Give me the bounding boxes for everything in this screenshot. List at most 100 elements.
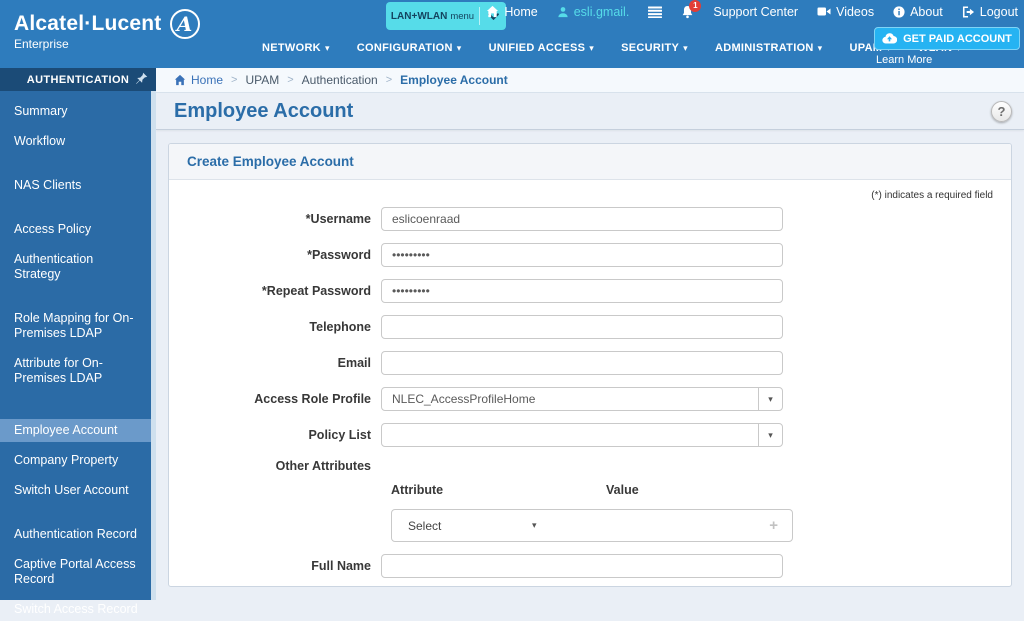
username-row: *Username <box>169 207 1011 231</box>
support-center-link[interactable]: Support Center <box>713 5 798 19</box>
get-paid-account-button[interactable]: GET PAID ACCOUNT <box>874 27 1020 50</box>
telephone-input[interactable] <box>381 315 783 339</box>
home-icon <box>486 5 499 18</box>
sidebar-item-authentication-record[interactable]: Authentication Record <box>0 523 156 546</box>
panel-header: Create Employee Account <box>169 144 1011 180</box>
breadcrumb-authentication[interactable]: Authentication <box>302 73 378 87</box>
videos-link[interactable]: Videos <box>817 5 874 19</box>
sidebar-item-switch-access-record[interactable]: Switch Access Record <box>0 598 156 621</box>
nav-configuration[interactable]: CONFIGURATION▾ <box>357 42 462 54</box>
brand-logo: Alcatel·Lucent A Enterprise <box>14 9 200 51</box>
sidebar-title: AUTHENTICATION <box>0 74 156 86</box>
other-attributes-row: Other Attributes <box>169 459 1011 473</box>
sidebar-item-switch-user-account[interactable]: Switch User Account <box>0 479 156 502</box>
email-label: Email <box>169 356 381 370</box>
full-name-label: Full Name <box>169 559 381 573</box>
notifications-button[interactable]: 1 <box>681 5 694 19</box>
account-link[interactable]: esli.gmail. <box>557 5 630 19</box>
learn-more-link[interactable]: Learn More <box>876 54 1020 66</box>
required-field-note: (*) indicates a required field <box>169 180 1011 207</box>
policy-list-select[interactable]: ▾ <box>381 423 783 447</box>
logout-link[interactable]: Logout <box>962 5 1018 19</box>
breadcrumb-separator: > <box>386 74 392 86</box>
other-attribute-entry-row: Select ▾ + <box>391 509 793 542</box>
chevron-down-icon: ▾ <box>589 43 594 54</box>
sidebar-menu: Summary Workflow NAS Clients Access Poli… <box>0 91 156 621</box>
sidebar-item-role-mapping-ldap[interactable]: Role Mapping for On-Premises LDAP <box>0 307 156 345</box>
telephone-row: Telephone <box>169 315 1011 339</box>
username-label: *Username <box>169 212 381 226</box>
access-role-profile-select[interactable]: NLEC_AccessProfileHome ▾ <box>381 387 783 411</box>
chevron-down-icon: ▾ <box>683 43 688 54</box>
breadcrumb-home[interactable]: Home <box>174 73 223 87</box>
nav-administration[interactable]: ADMINISTRATION▾ <box>715 42 823 54</box>
policy-list-label: Policy List <box>169 428 381 442</box>
help-icon[interactable]: ? <box>991 101 1012 122</box>
sidebar-item-attribute-ldap[interactable]: Attribute for On-Premises LDAP <box>0 352 156 390</box>
full-name-row: Full Name <box>169 554 1011 578</box>
sidebar: AUTHENTICATION Summary Workflow NAS Clie… <box>0 68 156 600</box>
breadcrumb-separator: > <box>231 74 237 86</box>
nav-unified-access[interactable]: UNIFIED ACCESS▾ <box>489 42 595 54</box>
password-row: *Password <box>169 243 1011 267</box>
nav-security[interactable]: SECURITY▾ <box>621 42 688 54</box>
username-input[interactable] <box>381 207 783 231</box>
other-attributes-label: Other Attributes <box>169 459 381 473</box>
repeat-password-label: *Repeat Password <box>169 284 381 298</box>
email-field[interactable] <box>381 351 783 375</box>
home-link[interactable]: Home <box>486 5 537 19</box>
sidebar-scrollbar[interactable] <box>151 91 156 600</box>
attribute-column-header: Attribute <box>391 483 606 497</box>
breadcrumb-current: Employee Account <box>400 73 508 87</box>
sidebar-item-summary[interactable]: Summary <box>0 100 156 123</box>
chevron-down-icon: ▾ <box>758 424 782 446</box>
access-role-profile-label: Access Role Profile <box>169 392 381 406</box>
telephone-label: Telephone <box>169 320 381 334</box>
full-name-input[interactable] <box>381 554 783 578</box>
top-utility-bar: Home esli.gmail. 1 Support Center Videos… <box>486 0 1018 23</box>
breadcrumb-upam[interactable]: UPAM <box>245 73 279 87</box>
cloud-upload-icon <box>882 33 897 44</box>
main-content: Home > UPAM > Authentication > Employee … <box>156 68 1024 600</box>
attribute-select[interactable]: Select <box>392 519 532 533</box>
sidebar-item-captive-portal-access-record[interactable]: Captive Portal Access Record <box>0 553 156 591</box>
notification-badge: 1 <box>689 0 701 12</box>
password-input[interactable] <box>381 243 783 267</box>
password-label: *Password <box>169 248 381 262</box>
home-icon <box>174 74 186 86</box>
user-icon <box>557 6 569 18</box>
chevron-down-icon[interactable]: ▾ <box>532 520 537 531</box>
sidebar-item-employee-account[interactable]: Employee Account <box>0 419 156 442</box>
brand-logo-icon: A <box>170 9 200 39</box>
chevron-down-icon: ▾ <box>457 43 462 54</box>
sidebar-item-nas-clients[interactable]: NAS Clients <box>0 174 156 197</box>
sidebar-item-company-property[interactable]: Company Property <box>0 449 156 472</box>
other-attributes-columns: Attribute Value <box>391 483 1011 497</box>
chevron-down-icon: ▾ <box>758 388 782 410</box>
list-button[interactable] <box>648 6 662 18</box>
page-title-bar: Employee Account ? <box>156 93 1024 130</box>
brand-subtitle: Enterprise <box>14 37 200 51</box>
main-navigation: NETWORK▾ CONFIGURATION▾ UNIFIED ACCESS▾ … <box>262 42 961 54</box>
panel-body: (*) indicates a required field *Username… <box>169 180 1011 578</box>
breadcrumb: Home > UPAM > Authentication > Employee … <box>156 68 1024 93</box>
sidebar-item-access-policy[interactable]: Access Policy <box>0 218 156 241</box>
logout-icon <box>962 6 975 18</box>
pin-icon[interactable] <box>135 72 148 90</box>
sidebar-item-workflow[interactable]: Workflow <box>0 130 156 153</box>
about-link[interactable]: About <box>893 5 943 19</box>
info-icon <box>893 6 905 18</box>
sidebar-item-authentication-strategy[interactable]: Authentication Strategy <box>0 248 156 286</box>
email-row: Email <box>169 351 1011 375</box>
app-header: Alcatel·Lucent A Enterprise LAN+WLANmenu… <box>0 0 1024 68</box>
lan-wlan-menu-label: LAN+WLANmenu <box>386 11 479 22</box>
policy-list-row: Policy List ▾ <box>169 423 1011 447</box>
page-title: Employee Account <box>174 100 353 123</box>
video-camera-icon <box>817 6 831 17</box>
repeat-password-input[interactable] <box>381 279 783 303</box>
access-role-profile-row: Access Role Profile NLEC_AccessProfileHo… <box>169 387 1011 411</box>
nav-network[interactable]: NETWORK▾ <box>262 42 330 54</box>
add-attribute-button[interactable]: + <box>769 517 792 534</box>
brand-name: Alcatel·Lucent <box>14 12 162 36</box>
chevron-down-icon: ▾ <box>325 43 330 54</box>
